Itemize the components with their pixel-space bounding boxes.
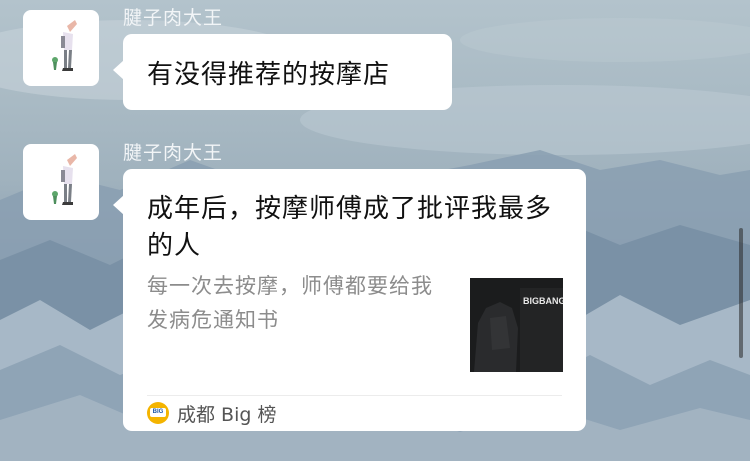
sender-name: 腱子肉大王 (123, 142, 224, 164)
card-divider (147, 395, 562, 396)
sender-avatar[interactable] (23, 10, 99, 86)
article-title: 成年后，按摩师傅成了批评我最多的人 (147, 194, 553, 261)
source-logo-text: BIG (150, 408, 166, 417)
source-name: 成都 Big 榜 (177, 403, 277, 426)
article-thumbnail: BIGBANG (470, 278, 563, 372)
cartoon-figure-icon (52, 20, 77, 71)
article-source[interactable]: BIG 成都 Big 榜 (147, 399, 276, 427)
thumbnail-brand-text: BIGBANG (523, 296, 563, 306)
article-description: 每一次去按摩，师傅都要给我发病危通知书 (147, 274, 433, 332)
message-text: 有没得推荐的按摩店 (147, 60, 391, 90)
source-logo-icon: BIG (147, 402, 169, 424)
shared-article-card[interactable]: 成年后，按摩师傅成了批评我最多的人 每一次去按摩，师傅都要给我发病危通知书 BI… (113, 169, 586, 431)
cartoon-figure-icon (52, 154, 77, 205)
message-bubble[interactable]: 有没得推荐的按摩店 (113, 34, 452, 110)
sender-avatar[interactable] (23, 144, 99, 220)
thumbnail-person-image (470, 278, 563, 372)
scrollbar[interactable] (739, 228, 743, 358)
sender-name: 腱子肉大王 (123, 7, 224, 29)
